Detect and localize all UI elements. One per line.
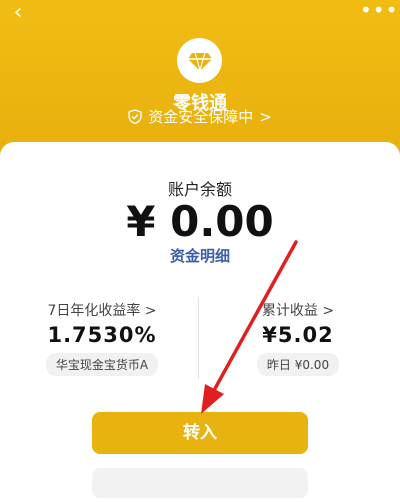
cumulative-earnings-label: 累计收益 > (261, 303, 335, 319)
transfer-in-button[interactable]: 转入 (92, 412, 308, 454)
back-button[interactable]: ‹ (6, 2, 30, 26)
diamond-icon (187, 52, 212, 71)
fund-detail-link[interactable]: 资金明细 (0, 245, 400, 266)
balance-card: 账户余额 ¥ 0.00 资金明细 7日年化收益率 > 1.7530% 华宝现金宝… (0, 142, 400, 502)
header: ‹ ••• 零钱通 资金安全保障中 > (0, 0, 400, 150)
secondary-button[interactable] (92, 468, 308, 498)
chevron-right-icon: > (259, 107, 272, 126)
chevron-left-icon: ‹ (13, 0, 23, 25)
annual-yield-value: 1.7530% (47, 323, 157, 347)
fund-name-chip: 华宝现金宝货币A (45, 353, 159, 376)
cumulative-earnings-stat[interactable]: 累计收益 > ¥5.02 昨日 ¥0.00 (208, 300, 388, 376)
logo (177, 38, 222, 83)
more-button[interactable]: ••• (360, 0, 397, 24)
divider (198, 297, 199, 379)
balance-amount: ¥ 0.00 (126, 197, 274, 246)
annual-yield-stat[interactable]: 7日年化收益率 > 1.7530% 华宝现金宝货币A (12, 300, 192, 376)
cumulative-earnings-value: ¥5.02 (262, 323, 334, 347)
more-dots-icon: ••• (360, 0, 399, 22)
annual-yield-label: 7日年化收益率 > (47, 303, 157, 319)
shield-icon (128, 109, 142, 124)
security-text: 资金安全保障中 (148, 108, 254, 126)
yesterday-earnings-chip: 昨日 ¥0.00 (256, 353, 340, 376)
security-link[interactable]: 资金安全保障中 > (0, 106, 400, 127)
